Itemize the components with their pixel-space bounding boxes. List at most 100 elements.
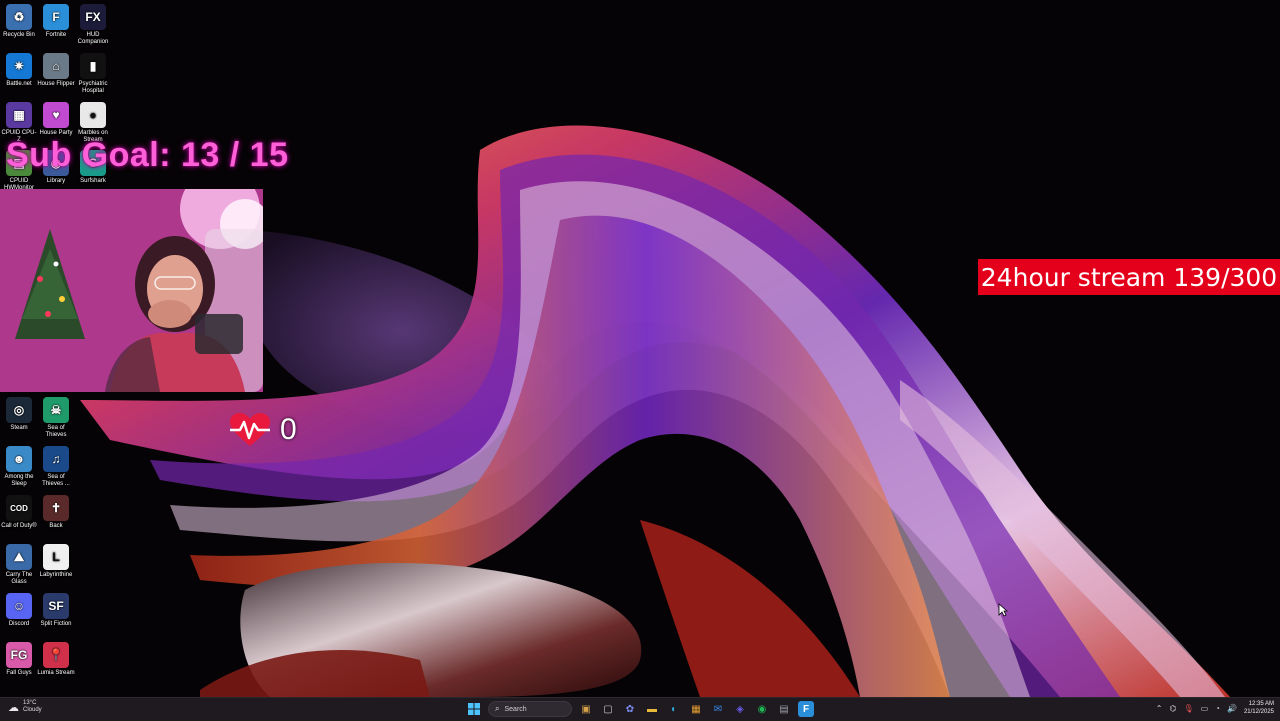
lumia-stream-icon: 📍 — [43, 642, 69, 668]
psychiatric-hospital-icon: ▮ — [80, 53, 106, 79]
desktop-icon-label: Lumia Stream — [37, 670, 75, 676]
streamer-bot-icon[interactable]: ◈ — [732, 701, 748, 717]
weather-widget[interactable]: ☁ 13°C Cloudy — [8, 700, 42, 714]
desktop-icon-label: Library — [46, 178, 66, 184]
microphone-icon[interactable]: 🎙 — [1183, 704, 1193, 713]
heart-count-value: 0 — [280, 413, 297, 446]
desktop-icon-label: Call of Duty® — [1, 523, 37, 529]
desktop-icon-label: Fall Guys — [6, 670, 32, 676]
sub-goal-overlay: Sub Goal: 13 / 15 — [6, 136, 289, 174]
clock-time: 12:35 AM — [1248, 701, 1274, 707]
desktop-icon-label: House Flipper — [37, 81, 75, 87]
desktop-icon[interactable]: L Labyrinthine — [37, 544, 75, 579]
weather-temperature: 13°C — [23, 700, 37, 706]
desktop-icon[interactable]: ✝ Back — [37, 495, 75, 530]
call-of-duty-icon: COD — [6, 495, 32, 521]
desktop-icon[interactable]: ✷ Battle.net — [0, 53, 38, 88]
start-button[interactable] — [466, 701, 482, 717]
desktop-icon-label: Battle.net — [6, 81, 32, 87]
search-icon: ⌕ — [495, 704, 500, 713]
desktop-icon-label: Fortnite — [45, 32, 67, 38]
network-icon[interactable]: ⌬ — [1169, 704, 1176, 713]
music-note-icon: ♫ — [43, 446, 69, 472]
labyrinthine-icon: L — [43, 544, 69, 570]
taskbar-clock[interactable]: 12:35 AM 21/12/2025 — [1244, 700, 1274, 716]
desktop-icon-label: Steam — [10, 425, 28, 431]
desktop-icon[interactable]: 📍 Lumia Stream — [37, 642, 75, 677]
desktop-icon[interactable]: ♥ House Party — [37, 102, 75, 137]
tray-overflow-chevron-icon[interactable]: ⌃ — [1156, 704, 1163, 713]
desktop-icon[interactable]: ☺ Discord — [0, 593, 38, 628]
desktop-icon[interactable]: ⛰ Carry The Glass — [0, 544, 38, 586]
desktop-icon-label: Sea of Thieves — [45, 425, 67, 438]
widgets-icon[interactable]: ▣ — [578, 701, 594, 717]
search-placeholder: Search — [504, 705, 527, 713]
desktop-icon[interactable]: ◎ Steam — [0, 397, 38, 432]
discord-icon: ☺ — [6, 593, 32, 619]
windows-logo-icon — [468, 703, 480, 715]
carry-the-glass-icon: ⛰ — [6, 544, 32, 570]
hud-fx-icon: FX — [80, 4, 106, 30]
desktop-icon[interactable]: ☻ Among the Sleep — [0, 446, 38, 488]
spotify-icon[interactable]: ◉ — [754, 701, 770, 717]
recycle-bin-icon: ♻ — [6, 4, 32, 30]
desktop-icon-label: Back — [49, 523, 63, 529]
among-the-sleep-icon: ☻ — [6, 446, 32, 472]
split-fiction-icon: SF — [43, 593, 69, 619]
desktop-icon[interactable]: COD Call of Duty® — [0, 495, 38, 530]
stream-goal-banner: 24hour stream 139/300 — [978, 259, 1280, 295]
file-explorer-icon[interactable]: ▬ — [644, 701, 660, 717]
sea-of-thieves-icon: ☠ — [43, 397, 69, 423]
back-game-icon: ✝ — [43, 495, 69, 521]
desktop-icon-label: HUD Companion — [77, 32, 109, 45]
weather-cloud-icon: ☁ — [8, 701, 19, 714]
cpu-z-icon: ▦ — [6, 102, 32, 128]
mail-icon[interactable]: ✉ — [710, 701, 726, 717]
fortnite-taskbar-icon[interactable]: F — [798, 701, 814, 717]
copilot-icon[interactable]: ✿ — [622, 701, 638, 717]
desktop-icon-label: Surfshark — [80, 178, 106, 184]
house-flipper-icon: ⌂ — [43, 53, 69, 79]
desktop-icon-label: Split Fiction — [40, 621, 72, 627]
fall-guys-icon: FG — [6, 642, 32, 668]
desktop-icon-label: Discord — [8, 621, 30, 627]
desktop-icon-label: Recycle Bin — [3, 32, 35, 38]
wifi-icon[interactable]: ◔ — [1215, 704, 1220, 713]
battlenet-icon: ✷ — [6, 53, 32, 79]
xbox-icon[interactable]: ▤ — [776, 701, 792, 717]
weather-description: Cloudy — [23, 707, 42, 713]
store-icon[interactable]: ▦ — [688, 701, 704, 717]
steam-icon: ◎ — [6, 397, 32, 423]
clock-date: 21/12/2025 — [1243, 709, 1274, 715]
desktop-icon[interactable]: ☠ Sea of Thieves — [37, 397, 75, 439]
pinned-apps: ▣ ▢ ✿ ▬ ◐ ▦ ✉ ◈ ◉ ▤ F — [578, 701, 814, 717]
desktop-icon[interactable]: ⌂ House Flipper — [37, 53, 75, 88]
heart-rate-icon — [230, 413, 270, 446]
desktop-icon-label: Psychiatric Hospital — [78, 81, 108, 94]
webcam-feed — [0, 189, 263, 392]
taskbar-search-box[interactable]: ⌕ Search — [488, 701, 572, 717]
desktop-icon[interactable]: FG Fall Guys — [0, 642, 38, 677]
taskbar-center: ⌕ Search ▣ ▢ ✿ ▬ ◐ ▦ ✉ ◈ ◉ ▤ F — [466, 701, 814, 717]
fortnite-icon: F — [43, 4, 69, 30]
desktop-icon-label: Labyrinthine — [39, 572, 73, 578]
desktop-icon-label: Among the Sleep — [4, 474, 34, 487]
desktop-icon-label: Sea of Thieves ... — [42, 474, 70, 487]
monitor-icon[interactable]: ▭ — [1201, 704, 1209, 713]
desktop-icon-label: Carry The Glass — [5, 572, 33, 585]
desktop-icon[interactable]: ♫ Sea of Thieves ... — [37, 446, 75, 488]
desktop-icon[interactable]: FX HUD Companion — [74, 4, 112, 46]
desktop-icon[interactable]: ▮ Psychiatric Hospital — [74, 53, 112, 95]
mouse-cursor-icon — [998, 603, 1008, 617]
system-tray: ⌃ ⌬ 🎙 ▭ ◔ 🔊 12:35 AM 21/12/2025 — [1156, 700, 1274, 716]
edge-icon[interactable]: ◐ — [666, 701, 682, 717]
desktop-icon[interactable]: SF Split Fiction — [37, 593, 75, 628]
volume-icon[interactable]: 🔊 — [1227, 704, 1237, 713]
taskbar: ☁ 13°C Cloudy ⌕ Search ▣ ▢ ✿ ▬ ◐ ▦ ✉ ◈ ◉ ▤ F ⌃ ⌬ 🎙… — [0, 697, 1280, 721]
desktop-icon[interactable]: ♻ Recycle Bin — [0, 4, 38, 39]
heart-rate-counter: 0 — [228, 410, 297, 450]
house-party-icon: ♥ — [43, 102, 69, 128]
desktop-icon[interactable]: F Fortnite — [37, 4, 75, 39]
task-view-icon[interactable]: ▢ — [600, 701, 616, 717]
marbles-icon: ● — [80, 102, 106, 128]
